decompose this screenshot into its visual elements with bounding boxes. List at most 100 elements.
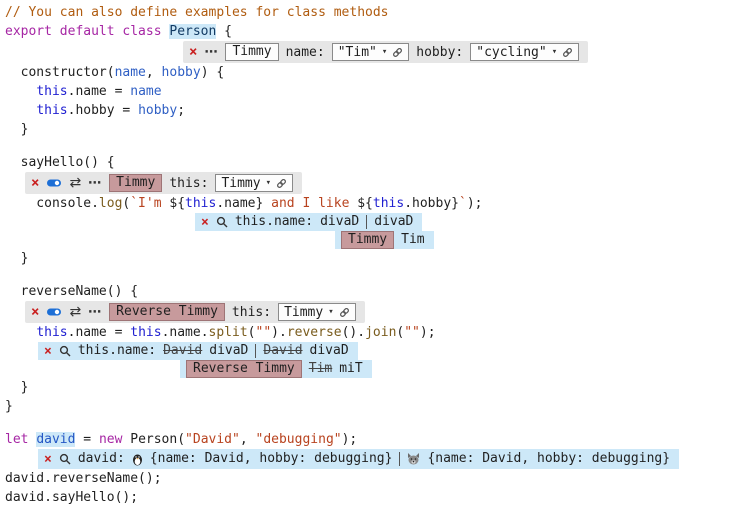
punct-token: ); xyxy=(467,196,483,211)
hobby-value-dropdown[interactable]: "cycling" ▾ xyxy=(470,43,579,61)
punct-token: ${ xyxy=(357,196,373,211)
punct-token: ; xyxy=(177,103,185,118)
string-token: and I like xyxy=(263,196,357,211)
variable-token: david xyxy=(36,432,75,447)
link-icon[interactable] xyxy=(339,307,350,318)
code-line-assign-name: this.name = name xyxy=(5,82,749,101)
result-value: miT xyxy=(339,360,362,378)
close-icon[interactable]: × xyxy=(31,176,39,190)
separator xyxy=(366,215,367,229)
string-token: "David" xyxy=(185,432,240,447)
david-result-row: × david: {name: David, hobby: debugging}… xyxy=(38,449,679,469)
result-value: divaD xyxy=(320,213,359,231)
more-icon[interactable]: ⋯ xyxy=(88,305,102,320)
keyword-token: let xyxy=(5,432,36,447)
watch-toggle-icon[interactable] xyxy=(46,177,62,189)
sayhello-example-widget: × ⇄ ⋯ Timmy this: Timmy ▾ xyxy=(25,172,302,194)
code-token: .hobby xyxy=(404,196,451,211)
this-value-dropdown[interactable]: Timmy ▾ xyxy=(215,174,293,192)
magnifier-icon[interactable] xyxy=(216,216,228,228)
separator xyxy=(399,452,400,466)
watch-toggle-icon[interactable] xyxy=(46,306,62,318)
result-old-value: David xyxy=(263,342,302,360)
keyword-token: export default class xyxy=(5,24,169,39)
code-token: david.reverseName(); xyxy=(5,471,162,486)
this-token: this xyxy=(36,84,67,99)
punct-token: } xyxy=(5,251,28,266)
code-token: .name = xyxy=(68,84,131,99)
class-name-token: Person xyxy=(169,24,216,39)
separator xyxy=(255,344,256,358)
code-token: .name. xyxy=(162,325,209,340)
this-value-dropdown[interactable]: Timmy ▾ xyxy=(278,303,356,321)
code-line-assign-hobby: this.hobby = hobby; xyxy=(5,101,749,120)
code-token: .hobby = xyxy=(68,103,138,118)
punct-token: } xyxy=(5,122,28,137)
result-value: {name: David, hobby: debugging} xyxy=(427,450,670,468)
name-value-dropdown[interactable]: "Tim" ▾ xyxy=(332,43,410,61)
punct-token: } xyxy=(451,196,459,211)
more-icon[interactable]: ⋯ xyxy=(88,176,102,191)
code-line-ctor-close: } xyxy=(5,120,749,139)
example-chip-timmy[interactable]: Timmy xyxy=(225,43,278,61)
example-chip-timmy[interactable]: Timmy xyxy=(341,231,394,249)
punct-token: ( xyxy=(248,325,256,340)
code-token: david.sayHello(); xyxy=(5,490,138,505)
penguin-icon xyxy=(132,453,143,466)
indent xyxy=(5,325,36,340)
punct-token: ) { xyxy=(201,65,224,80)
close-icon[interactable]: × xyxy=(44,453,52,466)
result-label: this.name: xyxy=(235,213,313,231)
string-token: "" xyxy=(256,325,272,340)
code-token: .name = xyxy=(68,325,131,340)
hobby-param-label: hobby: xyxy=(416,45,463,60)
close-icon[interactable]: × xyxy=(44,345,52,358)
close-icon[interactable]: × xyxy=(201,216,209,229)
code-line-constructor: constructor(name, hobby) { xyxy=(5,63,749,82)
dropdown-value: "Tim" xyxy=(338,45,377,60)
more-icon[interactable]: ⋯ xyxy=(204,45,218,60)
magnifier-icon[interactable] xyxy=(59,453,71,465)
this-label: this: xyxy=(169,176,208,191)
punct-token: ). xyxy=(271,325,287,340)
this-token: this xyxy=(130,325,161,340)
code-token: constructor( xyxy=(5,65,115,80)
result-value: divaD xyxy=(209,342,248,360)
example-chip-reverse-timmy[interactable]: Reverse Timmy xyxy=(186,360,302,378)
param-token: name xyxy=(115,65,146,80)
code-line-class-declaration: export default class Person { xyxy=(5,22,749,41)
name-param-label: name: xyxy=(286,45,325,60)
example-chip-reverse-timmy[interactable]: Reverse Timmy xyxy=(109,303,225,321)
link-icon[interactable] xyxy=(392,47,403,58)
result-value: divaD xyxy=(374,213,413,231)
dropdown-value: "cycling" xyxy=(476,45,546,60)
comment-text: // You can also define examples for clas… xyxy=(5,5,389,20)
blank-line xyxy=(5,416,749,430)
code-line-sayhello-open: sayHello() { xyxy=(5,153,749,172)
example-chip-timmy[interactable]: Timmy xyxy=(109,174,162,192)
swap-arrows-icon[interactable]: ⇄ xyxy=(69,175,81,191)
punct-token: } xyxy=(5,380,28,395)
swap-arrows-icon[interactable]: ⇄ xyxy=(69,304,81,320)
result-old-value: David xyxy=(163,342,202,360)
indent xyxy=(5,103,36,118)
code-line-call-reverse: david.reverseName(); xyxy=(5,469,749,488)
code-line-sayhello-close: } xyxy=(5,249,749,268)
link-icon[interactable] xyxy=(562,47,573,58)
close-icon[interactable]: × xyxy=(189,45,197,59)
dropdown-value: Timmy xyxy=(221,176,260,191)
magnifier-icon[interactable] xyxy=(59,345,71,357)
close-icon[interactable]: × xyxy=(31,305,39,319)
result-label: this.name: xyxy=(78,342,156,360)
string-token: "" xyxy=(404,325,420,340)
param-token: hobby xyxy=(162,65,201,80)
indent xyxy=(5,84,36,99)
code-line-class-close: } xyxy=(5,397,749,416)
punct-token: ); xyxy=(420,325,436,340)
reversename-result-row: × this.name: David divaD David divaD xyxy=(38,342,358,360)
this-token: this xyxy=(36,325,67,340)
chevron-down-icon: ▾ xyxy=(552,47,557,57)
link-icon[interactable] xyxy=(276,178,287,189)
function-token: join xyxy=(365,325,396,340)
this-token: this xyxy=(185,196,216,211)
